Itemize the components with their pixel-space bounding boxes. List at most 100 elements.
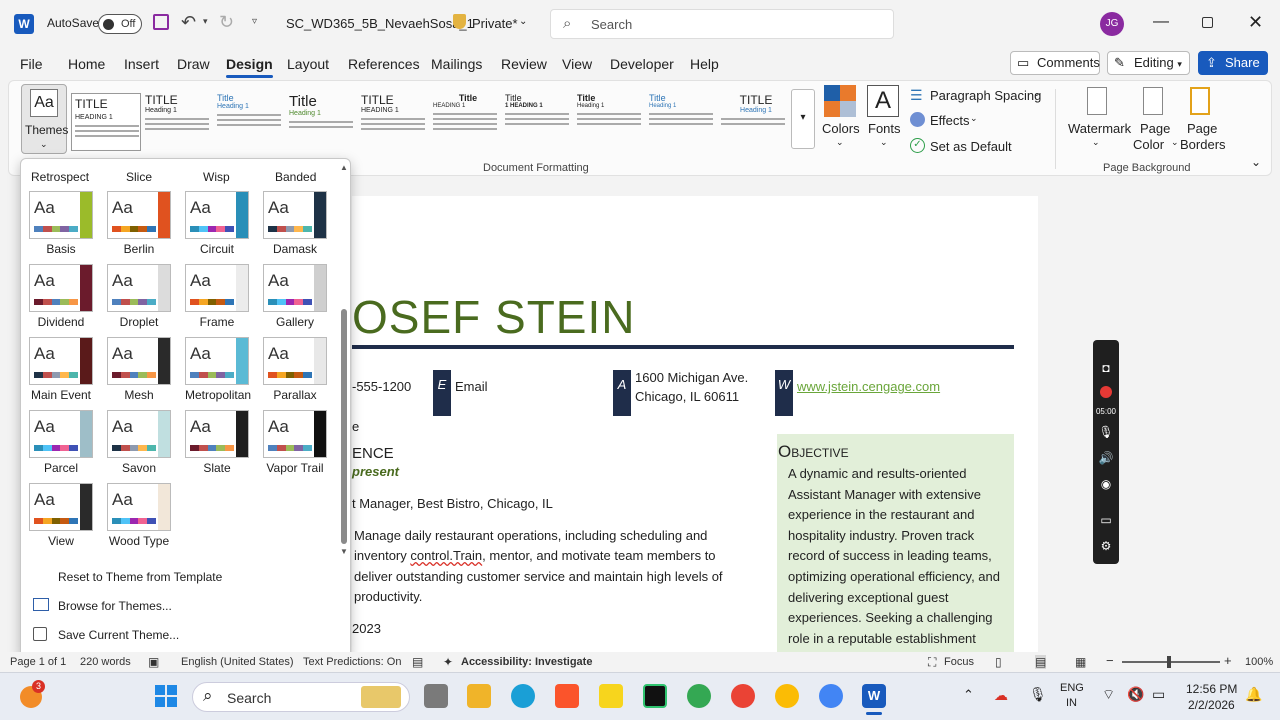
- minimize-icon[interactable]: —: [1153, 13, 1169, 31]
- style-set-5[interactable]: TITLE HEADING 1: [361, 93, 431, 151]
- camera-icon[interactable]: ◘: [1098, 360, 1114, 376]
- webcam-icon[interactable]: ◉: [1098, 476, 1114, 492]
- style-gallery-more-button[interactable]: ▾: [791, 89, 815, 149]
- onedrive-icon[interactable]: ☁: [994, 687, 1008, 704]
- file-explorer-icon[interactable]: [467, 684, 491, 708]
- chrome-profile-4-icon[interactable]: [819, 684, 843, 708]
- style-set-7[interactable]: Title 1 HEADING 1: [505, 93, 575, 151]
- fonts-button[interactable]: Fonts: [868, 121, 901, 136]
- zoom-slider[interactable]: [1122, 661, 1220, 663]
- theme-vapor-trail[interactable]: Aa Vapor Trail: [263, 410, 327, 475]
- input-region[interactable]: IN: [1066, 697, 1077, 709]
- microphone-tray-icon[interactable]: 🎙: [1029, 686, 1047, 703]
- chrome-profile-3-icon[interactable]: [775, 684, 799, 708]
- taskbar-date[interactable]: 2/2/2026: [1188, 698, 1235, 712]
- tab-design[interactable]: Design: [226, 56, 273, 78]
- theme-circuit[interactable]: Aa Circuit: [185, 191, 249, 256]
- spelling-error[interactable]: control.Train: [410, 548, 482, 563]
- tab-home[interactable]: Home: [68, 56, 105, 72]
- brave-browser-icon[interactable]: [555, 684, 579, 708]
- tab-draw[interactable]: Draw: [177, 56, 210, 72]
- zoom-level[interactable]: 100%: [1245, 656, 1273, 668]
- redo-icon[interactable]: ↻: [219, 12, 234, 33]
- tab-layout[interactable]: Layout: [287, 56, 329, 72]
- theme-main-event[interactable]: Aa Main Event: [29, 337, 93, 402]
- style-set-3[interactable]: Title Heading 1: [217, 93, 287, 151]
- set-as-default-button[interactable]: Set as Default: [930, 139, 1012, 154]
- scroll-up-icon[interactable]: ▲: [340, 163, 348, 172]
- page-count[interactable]: Page 1 of 1: [10, 656, 66, 668]
- style-set-6[interactable]: Title HEADING 1: [433, 93, 503, 151]
- read-mode-icon[interactable]: ▯: [995, 655, 1002, 669]
- theme-metropolitan[interactable]: Aa Metropolitan: [185, 337, 251, 402]
- privacy-label[interactable]: Private*: [472, 16, 518, 31]
- search-box[interactable]: ⌕ Search: [550, 9, 894, 39]
- accessibility-status[interactable]: Accessibility: Investigate: [461, 656, 592, 668]
- chrome-profile-1-icon[interactable]: [687, 684, 711, 708]
- gear-icon[interactable]: ⚙: [1098, 538, 1114, 554]
- record-icon[interactable]: [1100, 386, 1112, 398]
- word-count[interactable]: 220 words: [80, 656, 131, 668]
- theme-dividend[interactable]: Aa Dividend: [29, 264, 93, 329]
- input-language[interactable]: ENG: [1060, 682, 1084, 694]
- theme-frame[interactable]: Aa Frame: [185, 264, 249, 329]
- browse-themes-menu-item[interactable]: Browse for Themes...: [58, 599, 172, 613]
- close-icon[interactable]: ✕: [1248, 12, 1263, 33]
- theme-wisp[interactable]: Wisp: [203, 170, 230, 184]
- paragraph-spacing-button[interactable]: Paragraph Spacing: [930, 88, 1041, 103]
- theme-droplet[interactable]: Aa Droplet: [107, 264, 171, 329]
- page-color-label-2[interactable]: Color: [1133, 137, 1164, 152]
- tab-review[interactable]: Review: [501, 56, 547, 72]
- tab-view[interactable]: View: [562, 56, 592, 72]
- tab-references[interactable]: References: [348, 56, 420, 72]
- taskbar-time[interactable]: 12:56 PM: [1186, 682, 1237, 696]
- theme-damask[interactable]: Aa Damask: [263, 191, 327, 256]
- zoom-out-icon[interactable]: −: [1106, 653, 1114, 668]
- page-borders-label-1[interactable]: Page: [1187, 121, 1217, 136]
- windows-start-icon[interactable]: [155, 685, 177, 707]
- colors-button[interactable]: Colors: [822, 121, 860, 136]
- save-icon[interactable]: [153, 14, 169, 30]
- style-set-4[interactable]: Title Heading 1: [289, 93, 359, 151]
- theme-berlin[interactable]: Aa Berlin: [107, 191, 171, 256]
- panel-scrollbar[interactable]: ▲ ▼: [339, 161, 351, 559]
- tab-file[interactable]: File: [20, 56, 43, 72]
- undo-dropdown-icon[interactable]: ▾: [203, 16, 208, 27]
- style-set-8[interactable]: Title Heading 1: [577, 93, 647, 151]
- themes-button[interactable]: Aa Themes ⌄: [21, 84, 68, 154]
- print-layout-icon[interactable]: ▤: [1035, 655, 1047, 669]
- window-icon[interactable]: ▭: [1098, 512, 1114, 528]
- collapse-ribbon-icon[interactable]: ⌄: [1251, 155, 1261, 169]
- reset-theme-menu-item[interactable]: Reset to Theme from Template: [58, 570, 222, 584]
- theme-gallery[interactable]: Aa Gallery: [263, 264, 327, 329]
- save-theme-menu-item[interactable]: Save Current Theme...: [58, 628, 179, 642]
- edge-browser-icon[interactable]: [511, 684, 535, 708]
- effects-button[interactable]: Effects: [930, 113, 970, 128]
- comments-button[interactable]: ▭ Comments: [1010, 51, 1100, 75]
- sticky-notes-icon[interactable]: [599, 684, 623, 708]
- chevron-down-icon[interactable]: ⌄: [519, 16, 527, 27]
- website-link[interactable]: www.jstein.cengage.com: [797, 379, 940, 394]
- autosave-toggle[interactable]: Off: [98, 14, 142, 34]
- editing-button[interactable]: ✎ Editing ▾: [1107, 51, 1190, 75]
- text-predictions-status[interactable]: Text Predictions: On: [303, 656, 401, 668]
- scrollbar-thumb[interactable]: [341, 309, 347, 544]
- speaker-icon[interactable]: 🔊: [1098, 450, 1114, 466]
- theme-parallax[interactable]: Aa Parallax: [263, 337, 327, 402]
- zoom-in-icon[interactable]: +: [1224, 653, 1232, 668]
- zoom-slider-thumb[interactable]: [1167, 656, 1171, 668]
- theme-basis[interactable]: Aa Basis: [29, 191, 93, 256]
- restore-icon[interactable]: [1202, 17, 1213, 28]
- share-button[interactable]: ⇪ Share ▾: [1198, 51, 1268, 91]
- style-set-9[interactable]: Title Heading 1: [649, 93, 719, 151]
- tab-developer[interactable]: Developer: [610, 56, 674, 72]
- theme-banded[interactable]: Banded: [275, 170, 316, 184]
- theme-retrospect[interactable]: Retrospect: [31, 170, 89, 184]
- page-color-label-1[interactable]: Page: [1140, 121, 1170, 136]
- chrome-profile-2-icon[interactable]: [731, 684, 755, 708]
- scroll-down-icon[interactable]: ▼: [340, 547, 348, 556]
- show-hidden-icons[interactable]: ⌃: [963, 687, 974, 703]
- theme-parcel[interactable]: Aa Parcel: [29, 410, 93, 475]
- theme-savon[interactable]: Aa Savon: [107, 410, 171, 475]
- taskbar-search-box[interactable]: ⌕ Search: [192, 682, 410, 712]
